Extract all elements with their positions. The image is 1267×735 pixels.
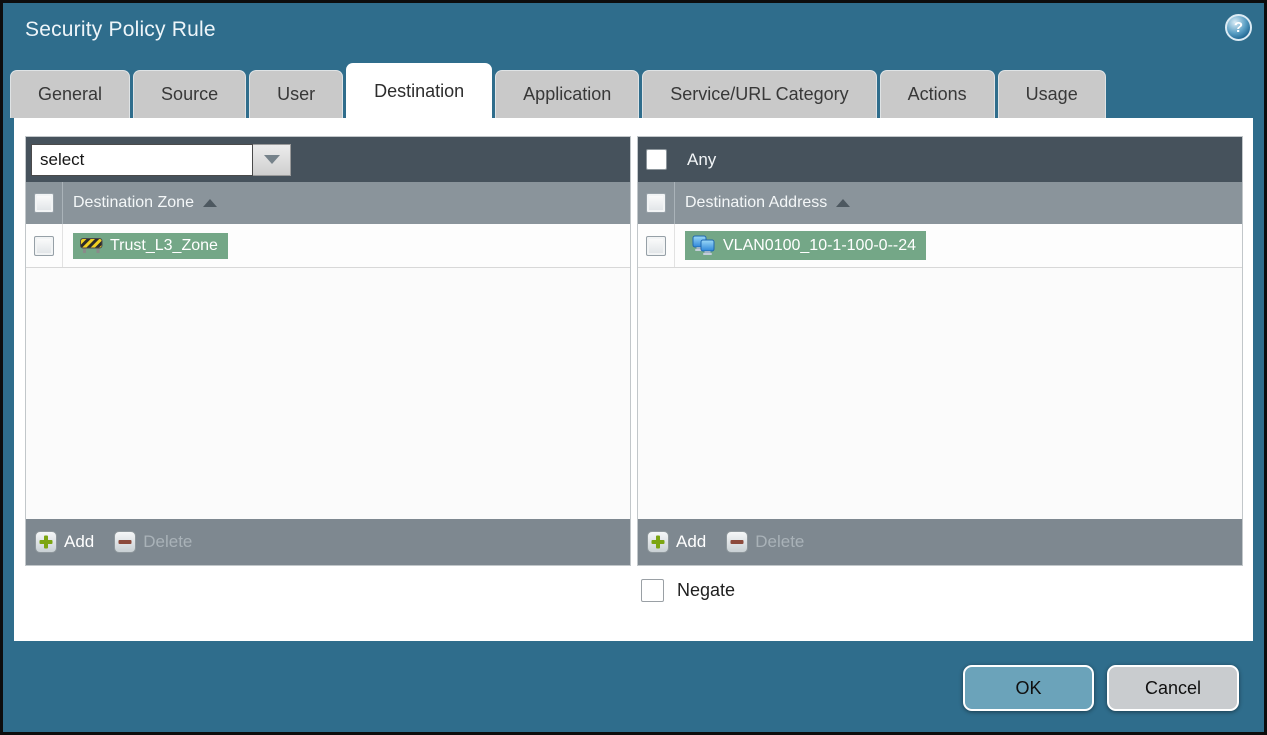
tab-source[interactable]: Source <box>133 70 247 118</box>
zone-row-checkbox[interactable] <box>34 235 54 256</box>
security-policy-rule-dialog: Security Policy Rule ? General Source Us… <box>0 0 1267 735</box>
any-label: Any <box>687 149 717 169</box>
any-checkbox[interactable] <box>646 149 667 170</box>
address-footer-toolbar: Add Delete <box>638 519 1242 565</box>
chevron-down-icon <box>263 155 280 164</box>
address-column-header[interactable]: Destination Address <box>638 182 1242 224</box>
tab-actions[interactable]: Actions <box>879 70 995 118</box>
tab-user[interactable]: User <box>249 70 344 118</box>
ok-button[interactable]: OK <box>963 665 1094 711</box>
zone-row-list: Trust_L3_Zone <box>26 224 630 519</box>
address-add-button[interactable]: Add <box>647 531 706 553</box>
tab-general[interactable]: General <box>10 70 131 118</box>
sort-ascending-icon <box>836 199 851 207</box>
destination-address-panel: Any Destination Address VLAN0100_10-1-10… <box>637 136 1243 566</box>
zone-type-dropdown-button[interactable] <box>253 143 291 176</box>
tab-service-url-category[interactable]: Service/URL Category <box>642 70 877 118</box>
zone-add-label: Add <box>64 532 95 551</box>
help-icon[interactable]: ? <box>1225 14 1252 41</box>
zone-row-check-cell <box>26 224 63 267</box>
address-row-list: VLAN0100_10-1-100-0--24 <box>638 224 1242 519</box>
zone-type-value[interactable]: select <box>31 143 253 176</box>
tab-application[interactable]: Application <box>495 70 640 118</box>
zone-entry[interactable]: Trust_L3_Zone <box>73 232 228 259</box>
zone-delete-label: Delete <box>143 532 193 551</box>
negate-control: Negate <box>641 579 735 602</box>
negate-checkbox[interactable] <box>641 579 664 602</box>
zone-add-button[interactable]: Add <box>35 531 94 553</box>
plus-icon <box>35 531 57 553</box>
zone-header-check-cell <box>26 182 63 224</box>
address-select-all-checkbox[interactable] <box>646 193 666 213</box>
zone-entry-label: Trust_L3_Zone <box>110 236 218 254</box>
zone-select-all-checkbox[interactable] <box>34 193 54 213</box>
address-add-label: Add <box>676 532 707 551</box>
negate-label: Negate <box>677 580 736 600</box>
address-row-checkbox[interactable] <box>646 235 666 256</box>
address-delete-button[interactable]: Delete <box>726 531 804 553</box>
destination-tab-content: select Destination Zone Trust_L3_Zone Ad… <box>14 118 1253 641</box>
destination-zone-panel: select Destination Zone Trust_L3_Zone Ad… <box>25 136 631 566</box>
address-toolbar: Any <box>638 137 1242 182</box>
minus-icon <box>726 531 749 553</box>
address-row-check-cell <box>638 224 675 267</box>
tab-usage[interactable]: Usage <box>997 70 1106 118</box>
address-header-check-cell <box>638 182 675 224</box>
zone-table-row: Trust_L3_Zone <box>26 224 630 268</box>
zone-toolbar: select <box>26 137 630 182</box>
address-column-label: Destination Address <box>685 194 828 211</box>
address-entry-label: VLAN0100_10-1-100-0--24 <box>723 236 917 254</box>
zone-column-header[interactable]: Destination Zone <box>26 182 630 224</box>
tab-destination[interactable]: Destination <box>346 63 493 118</box>
sort-ascending-icon <box>202 199 217 207</box>
plus-icon <box>647 531 669 553</box>
dialog-title: Security Policy Rule <box>25 18 216 41</box>
address-entry[interactable]: VLAN0100_10-1-100-0--24 <box>685 231 927 260</box>
minus-icon <box>114 531 137 553</box>
address-table-row: VLAN0100_10-1-100-0--24 <box>638 224 1242 268</box>
zone-delete-button[interactable]: Delete <box>114 531 192 553</box>
zone-type-combobox[interactable]: select <box>31 143 291 176</box>
any-check-cell <box>638 137 675 182</box>
tab-bar: General Source User Destination Applicat… <box>10 63 1106 118</box>
zone-column-label: Destination Zone <box>73 194 194 211</box>
address-delete-label: Delete <box>755 532 805 551</box>
zone-footer-toolbar: Add Delete <box>26 519 630 565</box>
zone-barricade-icon <box>80 238 103 253</box>
network-computers-icon <box>692 235 715 255</box>
cancel-button[interactable]: Cancel <box>1107 665 1239 711</box>
